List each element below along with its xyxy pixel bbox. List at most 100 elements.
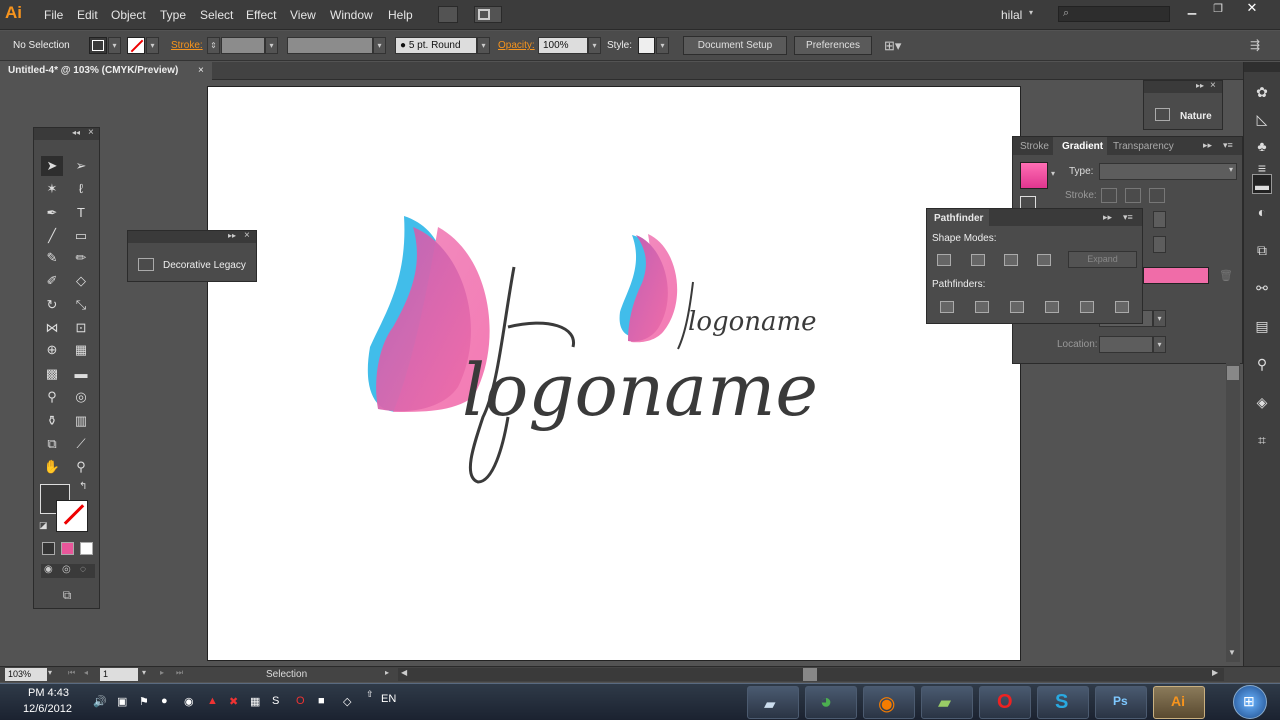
menu-edit[interactable]: Edit xyxy=(77,8,98,22)
pathfinder-header[interactable]: Pathfinder ▸▸ ▾≡ xyxy=(927,209,1142,226)
taskbar-app-illustrator[interactable]: Ai xyxy=(1153,686,1205,719)
close-tab-icon[interactable]: × xyxy=(198,65,204,76)
menu-file[interactable]: File xyxy=(44,8,63,22)
tray-icon-4[interactable]: ■ xyxy=(318,695,325,707)
merge-icon[interactable] xyxy=(1010,301,1024,313)
tab-transparency[interactable]: Transparency xyxy=(1113,141,1174,152)
close-icon[interactable]: × xyxy=(88,127,94,138)
slice-tool-icon[interactable]: ⟋ xyxy=(70,434,92,454)
column-graph-tool-icon[interactable]: ▥ xyxy=(70,411,92,431)
start-button[interactable]: ⊞ xyxy=(1233,685,1267,719)
selection-tool-icon[interactable]: ➤ xyxy=(41,156,63,176)
taskbar-app-notes[interactable]: ▰ xyxy=(921,686,973,719)
minus-back-icon[interactable] xyxy=(1115,301,1129,313)
user-name[interactable]: hilal xyxy=(1001,8,1022,22)
links-icon[interactable]: ⚯ xyxy=(1252,278,1272,298)
collapse-icon[interactable]: ▸▸ xyxy=(1196,81,1204,90)
menu-window[interactable]: Window xyxy=(330,8,373,22)
shape-builder-tool-icon[interactable]: ⊕ xyxy=(41,340,63,360)
prev-artboard-icon[interactable]: ◂ xyxy=(84,668,88,677)
blob-brush-tool-icon[interactable]: ✐ xyxy=(41,271,63,291)
opacity-dropdown[interactable]: ▾ xyxy=(588,37,601,54)
gradient-swatch[interactable] xyxy=(1020,162,1048,189)
opacity-label[interactable]: Opacity: xyxy=(498,40,535,51)
current-tool-status[interactable]: Selection xyxy=(266,669,307,680)
gradient-mode-icon[interactable] xyxy=(61,542,74,555)
brush-dropdown[interactable]: ▾ xyxy=(477,37,490,54)
collapse-icon[interactable]: ▸▸ xyxy=(228,231,236,240)
artboards-icon[interactable]: ⌗ xyxy=(1252,430,1272,450)
direct-selection-tool-icon[interactable]: ➢ xyxy=(70,156,92,176)
gradient-type-select[interactable]: ▾ xyxy=(1099,163,1237,180)
artboard-tool-icon[interactable]: ⧉ xyxy=(41,434,63,454)
outline-icon[interactable] xyxy=(1080,301,1094,313)
opacity-field[interactable]: 100% xyxy=(538,37,588,54)
document-tab[interactable]: Untitled-4* @ 103% (CMYK/Preview) × xyxy=(0,62,212,80)
trash-icon[interactable]: 🗑 xyxy=(1219,269,1233,282)
free-transform-tool-icon[interactable]: ⊡ xyxy=(70,318,92,338)
pen-tool-icon[interactable]: ✒ xyxy=(41,203,63,223)
stroke-label[interactable]: Stroke: xyxy=(171,40,203,51)
divide-icon[interactable] xyxy=(940,301,954,313)
artboard[interactable]: logoname logoname xyxy=(207,86,1021,661)
taskbar-app-chrome[interactable]: ◕ xyxy=(805,686,857,719)
menu-effect[interactable]: Effect xyxy=(246,8,276,22)
brushes-icon[interactable]: ◺ xyxy=(1252,109,1272,129)
chevron-down-icon[interactable]: ▾ xyxy=(1051,169,1055,178)
line-tool-icon[interactable]: ╱ xyxy=(41,226,63,246)
collapse-icon[interactable]: ▸▸ xyxy=(1203,140,1212,151)
zoom-field[interactable]: 103% xyxy=(5,668,47,681)
style-dropdown[interactable]: ▾ xyxy=(656,37,669,54)
scroll-right-icon[interactable]: ▶ xyxy=(1212,668,1218,677)
gradient-panel-icon[interactable]: ▬ xyxy=(1252,174,1272,194)
artboard-dropdown-icon[interactable]: ▾ xyxy=(142,668,146,677)
close-window-button[interactable]: ✕ xyxy=(1232,0,1272,18)
paintbrush-tool-icon[interactable]: ✎ xyxy=(41,248,63,268)
taskbar-app-firefox[interactable]: ◉ xyxy=(863,686,915,719)
fill-dropdown[interactable]: ▾ xyxy=(108,37,121,54)
expand-button[interactable]: Expand xyxy=(1068,251,1137,268)
clock-time[interactable]: PM 4:43 xyxy=(28,687,69,699)
tools-panel-header[interactable]: ◂◂ × xyxy=(34,127,99,140)
fill-swatch[interactable] xyxy=(89,37,107,54)
taskbar-app-photoshop[interactable]: Ps xyxy=(1095,686,1147,719)
library-name[interactable]: Nature xyxy=(1180,111,1212,122)
panel-header[interactable]: ▸▸ × xyxy=(128,230,256,243)
acrobat-icon[interactable]: ▲ xyxy=(207,695,218,707)
rectangle-tool-icon[interactable]: ▭ xyxy=(70,226,92,246)
tray-icon-5[interactable]: ◇ xyxy=(343,695,351,708)
stroke-weight-field[interactable] xyxy=(221,37,265,54)
next-artboard-icon[interactable]: ▸ xyxy=(160,668,164,677)
scale-tool-icon[interactable]: ⤡ xyxy=(70,295,92,315)
width-tool-icon[interactable]: ⋈ xyxy=(41,318,63,338)
unite-icon[interactable] xyxy=(937,254,951,266)
appearance-icon[interactable]: ⧉ xyxy=(1252,240,1272,260)
last-artboard-icon[interactable]: ⏭ xyxy=(176,668,183,678)
language-indicator[interactable]: EN xyxy=(381,693,396,705)
arrange-icon[interactable]: ⊞▾ xyxy=(884,38,901,54)
draw-behind-icon[interactable]: ◎ xyxy=(62,564,71,575)
location-dropdown[interactable]: ▾ xyxy=(1153,336,1166,353)
gradient-ramp[interactable] xyxy=(1143,267,1209,284)
status-menu-icon[interactable]: ▸ xyxy=(385,668,389,677)
taskbar-app-paper[interactable]: ▰ xyxy=(747,686,799,719)
angle-dropdown[interactable] xyxy=(1153,211,1166,228)
pencil-tool-icon[interactable]: ✏ xyxy=(70,248,92,268)
taskbar-app-opera[interactable]: O xyxy=(979,686,1031,719)
vertical-scrollbar[interactable]: ▼ xyxy=(1226,362,1240,662)
default-colors-icon[interactable]: ◪ xyxy=(39,520,48,531)
aspect-dropdown[interactable] xyxy=(1153,236,1166,253)
volume-icon[interactable]: 🔊 xyxy=(93,695,107,708)
location-field[interactable] xyxy=(1099,336,1153,353)
gradient-field-upper-dropdown[interactable]: ▾ xyxy=(1153,310,1166,327)
tray-x-icon[interactable]: ✖ xyxy=(229,695,238,708)
first-artboard-icon[interactable]: ⏮ xyxy=(68,668,75,678)
intersect-icon[interactable] xyxy=(1004,254,1018,266)
horizontal-scrollbar[interactable]: ◀ ▶ xyxy=(398,668,1224,681)
crop-icon[interactable] xyxy=(1045,301,1059,313)
search-input[interactable]: ⌕ xyxy=(1058,6,1170,22)
stroke-color-swatch[interactable] xyxy=(56,500,88,532)
color-mode-icon[interactable] xyxy=(42,542,55,555)
preferences-button[interactable]: Preferences xyxy=(794,36,872,55)
artboard-number-field[interactable]: 1 xyxy=(100,668,138,681)
